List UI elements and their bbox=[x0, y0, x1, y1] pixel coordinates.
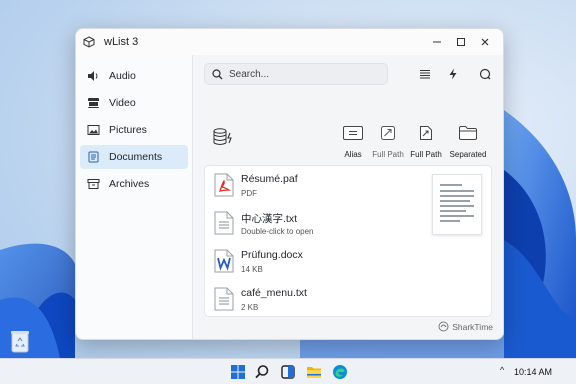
refresh-icon bbox=[479, 68, 491, 80]
file-explorer-icon[interactable] bbox=[306, 364, 322, 380]
text-file-icon bbox=[214, 287, 234, 311]
sidebar-item-label: Pictures bbox=[109, 124, 147, 136]
quick-action-button[interactable] bbox=[444, 65, 462, 83]
clock[interactable]: 10:14 AM bbox=[514, 367, 552, 377]
task-view-icon[interactable] bbox=[280, 364, 296, 380]
list-item[interactable]: Prüfung.docx 14 KB bbox=[205, 246, 425, 284]
file-name: café_menu.txt bbox=[241, 287, 307, 299]
sidebar-item-archives[interactable]: Archives bbox=[80, 172, 188, 196]
document-icon bbox=[88, 151, 99, 163]
full-path-doc-button[interactable]: Full Path bbox=[402, 126, 450, 159]
file-meta: PDF bbox=[241, 189, 257, 198]
sidebar: Audio Video Pictures Documents Archives bbox=[76, 55, 193, 339]
sidebar-item-label: Audio bbox=[109, 70, 136, 82]
sidebar-item-audio[interactable]: Audio bbox=[80, 64, 188, 88]
search-icon[interactable] bbox=[254, 364, 270, 380]
sidebar-item-label: Video bbox=[109, 97, 136, 109]
archive-icon bbox=[87, 179, 100, 189]
brand-watermark: SharkTime bbox=[438, 321, 493, 332]
folder-icon bbox=[459, 126, 477, 140]
file-name: Résumé.paf bbox=[241, 173, 298, 185]
sidebar-item-video[interactable]: Video bbox=[80, 91, 188, 115]
sidebar-item-documents[interactable]: Documents bbox=[80, 145, 188, 169]
list-view-button[interactable] bbox=[416, 65, 434, 83]
close-icon bbox=[481, 38, 489, 46]
sidebar-item-label: Documents bbox=[109, 151, 163, 163]
sidebar-item-pictures[interactable]: Pictures bbox=[80, 118, 188, 142]
title-bar[interactable]: wList 3 bbox=[76, 29, 503, 55]
search-icon bbox=[212, 68, 223, 79]
film-icon bbox=[88, 98, 99, 108]
separated-label: Separated bbox=[449, 150, 487, 159]
file-list: Résumé.paf PDF 中心漢字.txt Double-click to … bbox=[204, 165, 492, 317]
list-item[interactable]: 中心漢字.txt Double-click to open bbox=[205, 208, 425, 246]
refresh-button[interactable] bbox=[476, 65, 494, 83]
brand-logo-icon bbox=[438, 321, 449, 332]
alias-icon bbox=[343, 126, 363, 140]
lightning-icon bbox=[449, 68, 457, 80]
sidebar-item-label: Archives bbox=[109, 178, 150, 190]
file-meta: Double-click to open bbox=[241, 227, 314, 236]
pdf-file-icon bbox=[214, 173, 234, 197]
search-input[interactable] bbox=[229, 68, 379, 80]
list-item[interactable]: Résumé.paf PDF bbox=[205, 170, 425, 208]
full-path-doc-icon bbox=[420, 126, 432, 140]
list-icon bbox=[420, 69, 430, 79]
image-icon bbox=[87, 125, 100, 135]
windows-start-icon[interactable] bbox=[230, 364, 246, 380]
list-item[interactable]: café_menu.txt 2 KB bbox=[205, 284, 425, 322]
file-name: Prüfung.docx bbox=[241, 249, 303, 261]
taskbar: ^ 10:14 AM bbox=[0, 358, 576, 384]
full-path-icon bbox=[381, 126, 395, 140]
edge-browser-icon[interactable] bbox=[332, 364, 348, 380]
close-button[interactable] bbox=[473, 33, 497, 51]
word-file-icon bbox=[214, 249, 234, 273]
database-sync-icon[interactable] bbox=[211, 127, 237, 151]
full-path-doc-label: Full Path bbox=[410, 150, 442, 159]
separated-button[interactable]: Separated bbox=[444, 126, 492, 159]
maximize-icon bbox=[457, 38, 465, 46]
minimize-button[interactable] bbox=[425, 33, 449, 51]
brand-name: SharkTime bbox=[452, 321, 493, 332]
speaker-icon bbox=[88, 71, 98, 81]
recycle-bin-icon[interactable] bbox=[8, 328, 32, 354]
file-meta: 14 KB bbox=[241, 265, 263, 274]
window-title: wList 3 bbox=[104, 36, 139, 48]
file-meta: 2 KB bbox=[241, 303, 259, 312]
file-name: 中心漢字.txt bbox=[241, 213, 298, 225]
cube-icon bbox=[83, 36, 95, 48]
maximize-button[interactable] bbox=[449, 33, 473, 51]
tray-overflow-chevron-icon[interactable]: ^ bbox=[500, 365, 504, 375]
app-window: wList 3 Audio Video Pictures Documents A… bbox=[75, 28, 504, 340]
search-box[interactable] bbox=[204, 63, 388, 85]
text-file-icon bbox=[214, 211, 234, 235]
document-preview bbox=[432, 174, 482, 235]
minimize-icon bbox=[433, 41, 441, 43]
main-panel: Alias Full Path Full Path Separated Résu… bbox=[194, 55, 503, 339]
